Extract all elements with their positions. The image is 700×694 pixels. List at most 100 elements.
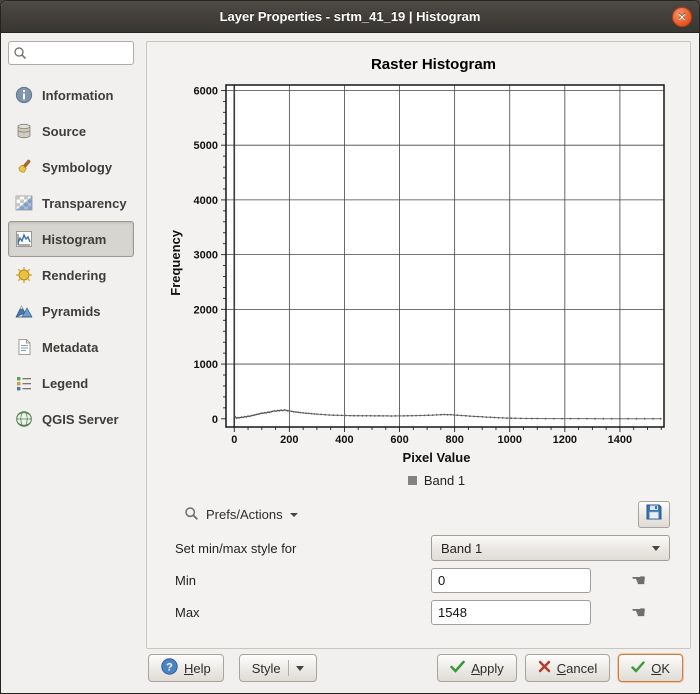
sidebar-nav: Information Source Symbology: [8, 77, 134, 437]
window-title: Layer Properties - srtm_41_19 | Histogra…: [220, 9, 481, 24]
check-icon: [631, 661, 645, 676]
sidebar-item-symbology[interactable]: Symbology: [8, 149, 134, 185]
sidebar-item-label: Rendering: [42, 268, 106, 283]
globe-icon: [14, 409, 34, 429]
sidebar-item-metadata[interactable]: Metadata: [8, 329, 134, 365]
svg-text:0: 0: [211, 414, 217, 426]
legend-marker-band1: [408, 476, 417, 485]
band-select[interactable]: Band 1: [431, 535, 670, 561]
save-icon: [645, 503, 663, 526]
svg-text:1000: 1000: [193, 359, 217, 371]
sidebar-item-legend[interactable]: Legend: [8, 365, 134, 401]
info-icon: [14, 85, 34, 105]
magnifier-icon: [184, 506, 199, 524]
histogram-icon: [14, 229, 34, 249]
window-content: Information Source Symbology: [1, 33, 699, 693]
close-x-icon: [538, 660, 551, 676]
sidebar-item-label: Information: [42, 88, 114, 103]
database-icon: [14, 121, 34, 141]
svg-text:6000: 6000: [193, 85, 217, 97]
band-select-value: Band 1: [441, 541, 482, 556]
style-button[interactable]: Style: [239, 654, 317, 682]
chevron-down-icon: [652, 546, 660, 551]
pick-min-hand-icon[interactable]: ☚: [631, 572, 646, 589]
help-label: Help: [184, 661, 211, 676]
histogram-chart[interactable]: 0 200 400 600 800 1000 1200 1400 0 1000 2000 3000 40…: [184, 77, 670, 449]
main-panel: Raster Histogram Frequency 0 200 400 600 800…: [141, 33, 699, 693]
layer-properties-window: Layer Properties - srtm_41_19 | Histogra…: [0, 0, 700, 694]
legend-label: Band 1: [424, 473, 465, 488]
document-icon: [14, 337, 34, 357]
sidebar-item-label: Legend: [42, 376, 88, 391]
sidebar-item-label: Histogram: [42, 232, 106, 247]
sidebar-item-qgis-server[interactable]: QGIS Server: [8, 401, 134, 437]
min-label: Min: [175, 573, 431, 588]
x-axis-title: Pixel Value: [201, 450, 672, 465]
svg-text:5000: 5000: [193, 140, 217, 152]
svg-text:200: 200: [280, 434, 298, 446]
sidebar-item-label: QGIS Server: [42, 412, 119, 427]
apply-button[interactable]: Apply: [437, 654, 517, 682]
close-icon: ✕: [677, 11, 686, 24]
close-button[interactable]: ✕: [672, 7, 692, 27]
cancel-button[interactable]: Cancel: [525, 654, 610, 682]
transparency-icon: [14, 193, 34, 213]
chart-legend: Band 1: [201, 473, 672, 488]
sidebar-item-information[interactable]: Information: [8, 77, 134, 113]
list-legend-icon: [14, 373, 34, 393]
y-axis-title: Frequency: [168, 230, 183, 296]
sidebar-item-rendering[interactable]: Rendering: [8, 257, 134, 293]
sidebar-item-label: Pyramids: [42, 304, 101, 319]
svg-text:3000: 3000: [193, 250, 217, 262]
histogram-page: Raster Histogram Frequency 0 200 400 600 800…: [146, 41, 691, 649]
chevron-down-icon: [290, 513, 298, 517]
title-bar: Layer Properties - srtm_41_19 | Histogra…: [1, 1, 699, 33]
sun-icon: [14, 265, 34, 285]
mountains-icon: [14, 301, 34, 321]
max-input[interactable]: [431, 600, 591, 625]
dialog-button-box: ? Help Style Apply: [146, 649, 691, 693]
svg-text:1400: 1400: [607, 434, 631, 446]
set-minmax-label: Set min/max style for: [175, 541, 431, 556]
min-input[interactable]: [431, 568, 591, 593]
sidebar-item-label: Source: [42, 124, 86, 139]
cancel-label: Cancel: [557, 661, 597, 676]
sidebar-item-histogram[interactable]: Histogram: [8, 221, 134, 257]
svg-text:1000: 1000: [497, 434, 521, 446]
ok-label: OK: [651, 661, 670, 676]
sidebar-item-pyramids[interactable]: Pyramids: [8, 293, 134, 329]
save-histogram-button[interactable]: [638, 501, 670, 528]
histogram-controls: Prefs/Actions Set min/max style for B: [165, 488, 672, 625]
check-icon: [450, 660, 465, 676]
chart-area: Frequency 0 200 400 600 800 1000 1200 1400 0 1000…: [165, 77, 672, 449]
sidebar-item-label: Symbology: [42, 160, 112, 175]
pick-max-hand-icon[interactable]: ☚: [631, 604, 646, 621]
svg-text:?: ?: [166, 661, 173, 673]
svg-text:2000: 2000: [193, 304, 217, 316]
search-input[interactable]: [8, 41, 134, 65]
sidebar-item-source[interactable]: Source: [8, 113, 134, 149]
svg-text:800: 800: [445, 434, 463, 446]
sidebar-item-transparency[interactable]: Transparency: [8, 185, 134, 221]
sidebar: Information Source Symbology: [1, 33, 141, 693]
sidebar-search: [8, 41, 134, 65]
chart-title: Raster Histogram: [195, 56, 672, 73]
ok-button[interactable]: OK: [618, 654, 683, 682]
sidebar-item-label: Transparency: [42, 196, 127, 211]
help-icon: ?: [161, 658, 178, 678]
prefs-actions-label: Prefs/Actions: [206, 507, 283, 522]
chevron-down-icon: [296, 666, 304, 671]
max-label: Max: [175, 605, 431, 620]
help-button[interactable]: ? Help: [148, 654, 224, 682]
sidebar-item-label: Metadata: [42, 340, 98, 355]
apply-label: Apply: [471, 661, 504, 676]
svg-text:600: 600: [390, 434, 408, 446]
divider: [288, 660, 289, 676]
svg-text:400: 400: [335, 434, 353, 446]
svg-text:0: 0: [231, 434, 237, 446]
svg-text:1200: 1200: [552, 434, 576, 446]
prefs-actions-button[interactable]: Prefs/Actions: [175, 502, 307, 528]
paintbrush-icon: [14, 157, 34, 177]
style-label: Style: [252, 661, 281, 676]
svg-text:4000: 4000: [193, 195, 217, 207]
